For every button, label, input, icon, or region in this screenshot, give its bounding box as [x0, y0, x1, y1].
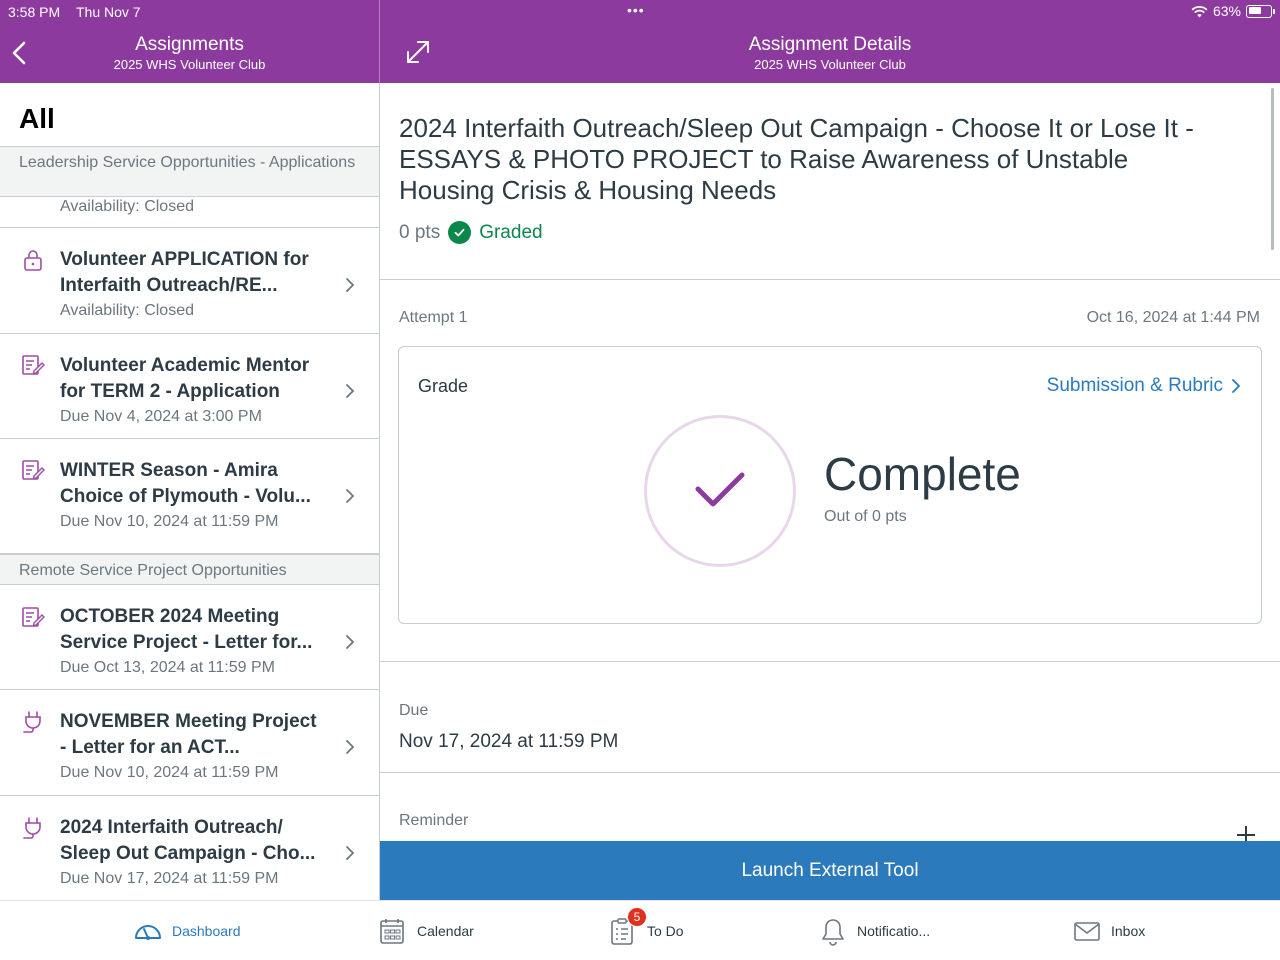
list-item-subtitle: Availability: Closed: [60, 302, 194, 319]
tab-calendar[interactable]: Calendar: [378, 916, 474, 946]
grade-value: Complete: [824, 448, 1021, 500]
chevron-right-icon: [1232, 379, 1241, 393]
list-item-title: Volunteer APPLICATION for Interfaith Out…: [60, 249, 309, 296]
grade-circle: [644, 415, 796, 567]
chevron-right-icon: [346, 278, 355, 292]
tab-label: To Do: [647, 923, 684, 939]
divider: [380, 279, 1280, 280]
list-item-subtitle: Availability: Closed: [60, 198, 194, 215]
graded-status: Graded: [479, 221, 543, 243]
calendar-icon: [380, 919, 404, 944]
multitasking-dots[interactable]: •••: [627, 2, 645, 18]
plug-icon: [23, 817, 41, 839]
status-indicators: 63%: [1191, 3, 1275, 19]
grade-card: Grade Submission & Rubric Complete Out o…: [398, 346, 1262, 624]
left-header-subtitle: 2025 WHS Volunteer Club: [113, 57, 266, 72]
list-item-title: OCTOBER 2024 Meeting Service Project - L…: [60, 606, 313, 653]
checkmark-icon: [695, 472, 745, 507]
launch-external-tool-button[interactable]: Launch External Tool: [380, 841, 1280, 900]
tab-notifications[interactable]: Notificatio...: [818, 916, 930, 946]
lock-icon: [24, 250, 42, 271]
list-item-title: NOVEMBER Meeting Project - Letter for an…: [60, 711, 317, 758]
chevron-right-icon: [346, 740, 355, 754]
tab-label: Dashboard: [172, 923, 241, 939]
dashboard-icon: [135, 925, 161, 940]
inbox-icon: [1074, 922, 1100, 941]
list-item-title: Volunteer Academic Mentor for TERM 2 - A…: [60, 355, 310, 402]
list-item[interactable]: Volunteer Academic Mentor for TERM 2 - A…: [0, 334, 379, 439]
section-header-remote: Remote Service Project Opportunities: [0, 554, 379, 585]
assignment-list-panel[interactable]: All Leadership Service Opportunities - A…: [0, 83, 379, 900]
battery-percent: 63%: [1212, 3, 1241, 19]
app-header: 3:58 PM Thu Nov 7 ••• 63% Assignments 20…: [0, 0, 1280, 83]
chevron-right-icon: [346, 635, 355, 649]
list-item-subtitle: Due Nov 10, 2024 at 11:59 PM: [60, 513, 279, 530]
list-item[interactable]: 2024 Interfaith Outreach/ Sleep Out Camp…: [0, 796, 379, 900]
status-date: Thu Nov 7: [76, 4, 141, 20]
left-header-title: Assignments 2025 WHS Volunteer Club: [0, 34, 379, 74]
attempt-label[interactable]: Attempt 1: [399, 309, 467, 327]
tab-label: Inbox: [1111, 923, 1146, 939]
grade-label: Grade: [418, 376, 469, 396]
chevron-right-icon: [346, 846, 355, 860]
list-item[interactable]: OCTOBER 2024 Meeting Service Project - L…: [0, 585, 379, 690]
tab-label: Notificatio...: [857, 923, 931, 939]
right-header-title: Assignment Details 2025 WHS Volunteer Cl…: [380, 34, 1280, 74]
tab-todo[interactable]: 5 To Do: [608, 907, 684, 946]
points-value: 0 pts: [399, 221, 441, 243]
list-item-subtitle: Due Nov 17, 2024 at 11:59 PM: [60, 870, 279, 887]
right-header-subtitle: 2025 WHS Volunteer Club: [754, 57, 906, 72]
scroll-indicator[interactable]: [1271, 88, 1274, 250]
submission-rubric-link[interactable]: Submission & Rubric: [1047, 375, 1241, 397]
left-header-title-text: Assignments: [135, 34, 244, 55]
due-label: Due: [399, 702, 429, 719]
todo-icon-wrapper: 5: [608, 907, 647, 946]
submission-rubric-label: Submission & Rubric: [1046, 375, 1223, 396]
tab-bar: Dashboard Calendar 5 To Do Notificatio..…: [0, 900, 1280, 960]
list-item[interactable]: NOVEMBER Meeting Project - Letter for an…: [0, 690, 379, 796]
attempt-date: Oct 16, 2024 at 1:44 PM: [1086, 309, 1260, 326]
add-reminder-icon[interactable]: [1236, 825, 1256, 841]
assignment-icon: [22, 355, 45, 375]
list-item-title: 2024 Interfaith Outreach/ Sleep Out Camp…: [60, 817, 316, 864]
tab-label: Calendar: [417, 923, 474, 939]
status-time: 3:58 PM: [8, 4, 61, 20]
points-row: 0 pts Graded: [399, 221, 543, 244]
assignment-icon: [22, 607, 45, 627]
plug-icon: [23, 711, 41, 733]
todo-badge: 5: [627, 907, 647, 927]
list-item-subtitle: Due Nov 4, 2024 at 3:00 PM: [60, 408, 262, 425]
grade-out-of: Out of 0 pts: [824, 508, 907, 525]
list-item-partial[interactable]: Availability: Closed: [0, 197, 379, 228]
list-item[interactable]: Volunteer APPLICATION for Interfaith Out…: [0, 228, 379, 334]
assignment-title: 2024 Interfaith Outreach/Sleep Out Campa…: [399, 113, 1194, 205]
divider: [380, 661, 1280, 662]
list-item-subtitle: Due Nov 10, 2024 at 11:59 PM: [60, 764, 279, 781]
chevron-right-icon: [346, 384, 355, 398]
list-item-title: WINTER Season - Amira Choice of Plymouth…: [60, 460, 311, 507]
divider: [380, 772, 1280, 773]
reminder-label: Reminder: [399, 812, 469, 829]
assignment-details-panel[interactable]: 2024 Interfaith Outreach/Sleep Out Campa…: [380, 83, 1280, 841]
right-header-title-text: Assignment Details: [748, 34, 912, 55]
wifi-icon: [1191, 5, 1208, 17]
section-header-leadership: Leadership Service Opportunities - Appli…: [0, 146, 379, 197]
tab-dashboard[interactable]: Dashboard: [133, 916, 241, 946]
list-heading: All: [19, 103, 55, 134]
tab-inbox[interactable]: Inbox: [1072, 916, 1145, 946]
list-item[interactable]: WINTER Season - Amira Choice of Plymouth…: [0, 439, 379, 554]
bell-icon: [822, 919, 844, 946]
chevron-right-icon: [346, 489, 355, 503]
battery-icon: [1246, 4, 1275, 18]
checkmark-circle-icon: [448, 221, 472, 244]
due-value: Nov 17, 2024 at 11:59 PM: [399, 731, 619, 752]
assignment-icon: [22, 460, 45, 480]
list-item-subtitle: Due Oct 13, 2024 at 11:59 PM: [60, 659, 275, 676]
